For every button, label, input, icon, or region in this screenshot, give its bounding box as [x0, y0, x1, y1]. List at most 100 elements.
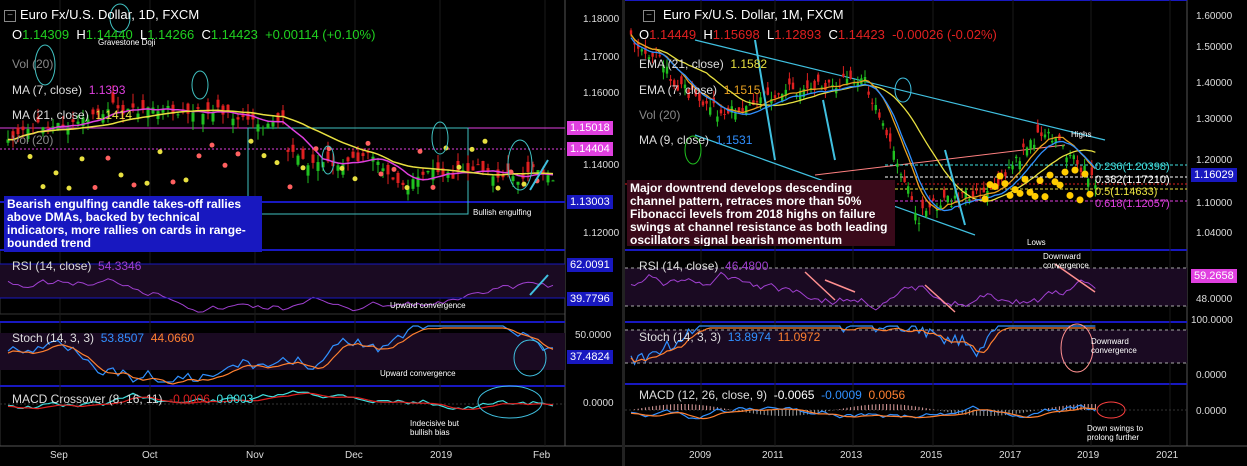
candle-body	[266, 123, 270, 129]
candle-body	[386, 164, 390, 175]
stoch-label-right: Stoch (14, 3, 3) 13.8974 11.0972	[639, 330, 821, 344]
rsi-label-right: RSI (14, close) 46.4800	[639, 259, 769, 273]
signal-dot	[1016, 189, 1024, 197]
candle-body	[1029, 140, 1032, 149]
candle-body	[261, 127, 265, 129]
candle-body	[256, 124, 260, 132]
candle-body	[1015, 156, 1018, 159]
signal-dot	[1056, 181, 1064, 189]
signal-dot	[391, 166, 397, 172]
indicator-label: EMA (7, close) 1.1515	[639, 83, 761, 97]
candle-body	[316, 162, 320, 171]
price-tag-current: 1.16029	[1191, 168, 1237, 182]
candle-body	[705, 100, 708, 104]
indicator-label: Vol (20)	[12, 133, 54, 147]
candle-body	[191, 112, 195, 122]
time-axis-label: Dec	[345, 450, 363, 461]
candle-body	[236, 117, 240, 120]
candle-body	[892, 150, 895, 160]
candle-body	[151, 107, 155, 114]
candle-body	[211, 112, 215, 122]
candle-body	[546, 175, 550, 183]
chart-panel-right-monthly[interactable]: − Euro Fx/U.S. Dollar, 1M, FXCM O1.14449…	[625, 0, 1247, 466]
signal-dot	[482, 138, 488, 144]
candle-body	[748, 104, 751, 106]
candle-body	[131, 103, 135, 108]
signal-dot	[378, 171, 384, 177]
signal-dot	[404, 185, 410, 191]
candle-body	[1025, 147, 1029, 156]
candle-body	[831, 84, 834, 86]
signal-dot	[248, 138, 254, 144]
signal-dot	[144, 180, 150, 186]
signal-dot	[222, 162, 228, 168]
analysis-annotation-right: Major downtrend develops descending chan…	[627, 180, 895, 246]
indicator-label: Vol (20)	[12, 57, 54, 71]
candle-body	[361, 153, 365, 157]
candle-body	[296, 155, 300, 165]
candle-body	[1043, 134, 1047, 138]
candle-body	[141, 100, 145, 109]
ohlc-readout-left: O1.14309 H1.14440 L1.14266 C1.14423 +0.0…	[12, 27, 376, 42]
candle-body	[788, 78, 791, 85]
candle-body	[806, 80, 809, 89]
collapse-icon[interactable]: −	[643, 10, 655, 22]
candle-body	[914, 212, 917, 221]
signal-dot	[170, 179, 176, 185]
candle-body	[436, 162, 440, 173]
signal-dot	[313, 146, 319, 152]
signal-dot	[430, 184, 436, 190]
macd-label-left: MACD Crossover (8, 16, 11) -0.0006 0.000…	[12, 392, 254, 406]
candle-body	[741, 108, 744, 112]
candle-body	[971, 191, 975, 198]
candle-body	[946, 195, 949, 203]
signal-dot	[196, 153, 202, 159]
stoch-axis-label: 0.0000	[1196, 370, 1227, 381]
signal-dot	[1001, 180, 1009, 188]
candle-body	[446, 172, 450, 178]
note-lows: Lows	[1027, 238, 1046, 247]
candle-body	[773, 95, 777, 99]
time-axis-label: 2011	[762, 450, 784, 461]
candle-body	[201, 113, 205, 125]
candle-body	[817, 74, 820, 82]
stoch-label-left: Stoch (14, 3, 3) 53.8507 44.0660	[12, 331, 195, 345]
candle-body	[961, 192, 964, 194]
candle-body	[21, 126, 25, 131]
time-axis-label: 2013	[840, 450, 863, 461]
highlight-circle	[191, 70, 209, 100]
candle-body	[669, 79, 672, 81]
candle-body	[640, 49, 643, 52]
candle-body	[1036, 124, 1039, 133]
note-bullish-engulfing: Bullish engulfing	[473, 208, 532, 217]
candle-body	[1033, 144, 1036, 149]
price-axis-label: 1.16000	[583, 88, 620, 99]
candle-body	[629, 30, 633, 35]
signal-dot	[105, 155, 111, 161]
collapse-icon[interactable]: −	[4, 10, 16, 22]
candle-body	[411, 179, 415, 189]
candle-body	[216, 99, 220, 108]
candle-body	[136, 113, 140, 118]
signal-dot	[287, 184, 293, 190]
signal-dot	[352, 176, 358, 182]
signal-dot	[1076, 196, 1084, 204]
candle-body	[734, 113, 737, 120]
rsi-axis-label: 48.0000	[1196, 294, 1233, 305]
signal-dot	[40, 184, 46, 190]
note-upward-convergence: Upward convergence	[390, 301, 466, 310]
price-axis-label: 1.17000	[583, 52, 620, 63]
signal-dot	[991, 183, 999, 191]
ohlc-readout-right: O1.14449 H1.15698 L1.12893 C1.14423 -0.0…	[639, 27, 997, 42]
signal-dot	[300, 165, 306, 171]
note-indecisive: Indecisive but bullish bias	[410, 419, 459, 437]
signal-dot	[1066, 191, 1074, 199]
signal-dot	[235, 151, 241, 157]
time-axis-label: Sep	[50, 450, 68, 461]
candle-body	[301, 148, 305, 159]
candle-body	[953, 195, 957, 199]
candle-body	[1087, 178, 1090, 187]
chart-panel-left-daily[interactable]: − Euro Fx/U.S. Dollar, 1D, FXCM O1.14309…	[0, 0, 623, 466]
candle-body	[950, 205, 953, 207]
price-axis-label: 1.18000	[583, 14, 620, 25]
